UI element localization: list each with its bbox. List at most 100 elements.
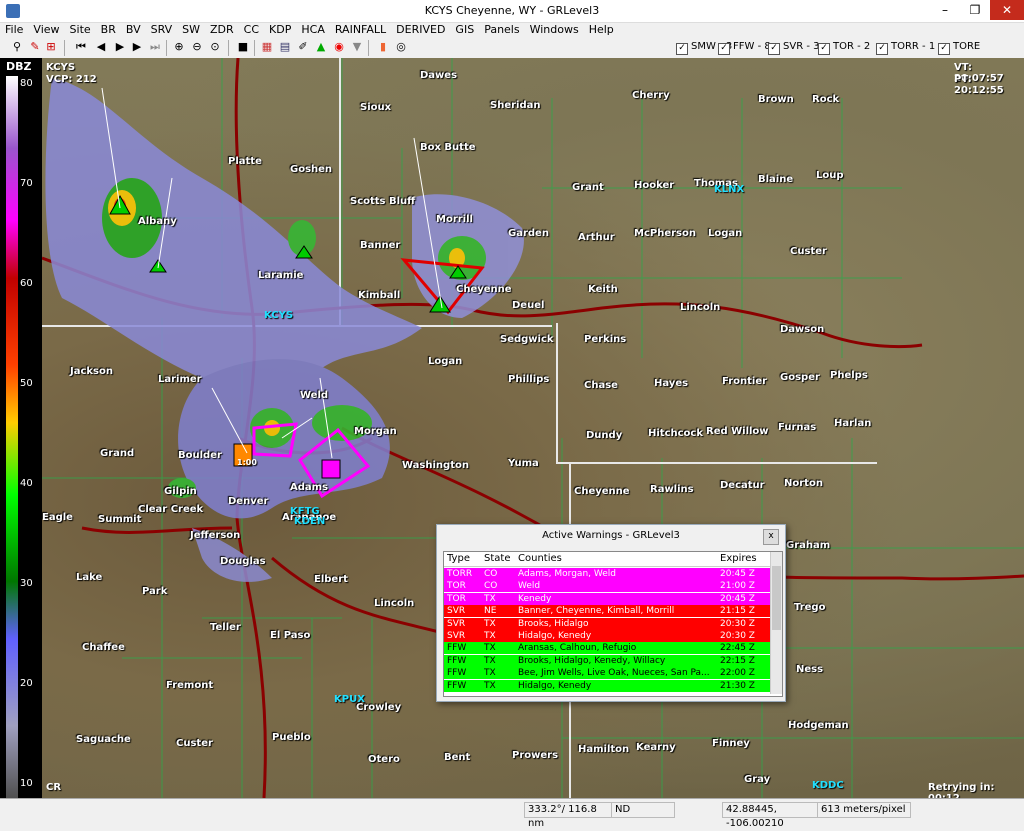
- radar-station-label[interactable]: KCYS: [264, 310, 293, 321]
- map-icon[interactable]: ▦: [260, 40, 274, 54]
- county-label: Logan: [708, 228, 743, 239]
- warning-expires: 22:45 Z: [720, 643, 755, 654]
- county-label: Custer: [790, 246, 827, 257]
- warnings-table: Type State Counties Expires TORR CO Adams,…: [443, 551, 783, 697]
- county-label: Hitchcock: [648, 428, 703, 439]
- warning-type: SVR: [447, 618, 466, 629]
- grid-icon[interactable]: ▤: [278, 40, 292, 54]
- zoom-out-icon[interactable]: ⊖: [190, 40, 204, 54]
- first-frame-icon[interactable]: ⏮: [74, 40, 88, 54]
- column-header-type[interactable]: Type: [447, 552, 470, 565]
- target-icon[interactable]: ◎: [394, 40, 408, 54]
- county-label: Deuel: [512, 300, 545, 311]
- menu-item-bv[interactable]: BV: [121, 22, 146, 38]
- play-icon[interactable]: ▶: [113, 40, 127, 54]
- stop-icon[interactable]: ■: [236, 40, 250, 54]
- scroll-thumb[interactable]: [772, 566, 781, 630]
- legend-tick: 30: [20, 578, 33, 589]
- radar-station-label[interactable]: KDEN: [294, 516, 325, 527]
- radar-station-label[interactable]: KDDC: [812, 780, 844, 791]
- column-header-state[interactable]: State: [484, 552, 510, 565]
- warning-filter-5[interactable]: ✓ TORE: [938, 40, 980, 55]
- radar-station-label[interactable]: KLNX: [714, 184, 744, 195]
- warning-type: FFW: [447, 680, 467, 691]
- menu-item-file[interactable]: File: [0, 22, 28, 38]
- table-row[interactable]: FFW TX Bee, Jim Wells, Live Oak, Nueces, S…: [444, 667, 770, 680]
- checkbox-icon[interactable]: ✓: [876, 43, 888, 55]
- layers-icon[interactable]: ⊞: [44, 40, 58, 54]
- table-row[interactable]: FFW TX Aransas, Calhoun, Refugio 22:45 Z: [444, 642, 770, 655]
- table-scrollbar[interactable]: [770, 552, 782, 694]
- triangle-icon[interactable]: ▲: [314, 40, 328, 54]
- table-row[interactable]: SVR TX Hidalgo, Kenedy 20:30 Z: [444, 630, 770, 642]
- close-button[interactable]: ✕: [990, 0, 1024, 20]
- menu-item-site[interactable]: Site: [65, 22, 96, 38]
- dialog-close-button[interactable]: x: [763, 529, 779, 545]
- county-label: Dundy: [586, 430, 623, 441]
- warning-expires: 21:30 Z: [720, 680, 755, 691]
- menu-item-kdp[interactable]: KDP: [264, 22, 296, 38]
- menu-item-rainfall[interactable]: RAINFALL: [330, 22, 391, 38]
- warning-filter-4[interactable]: ✓ TORR - 1: [876, 40, 935, 55]
- zoom-icon[interactable]: ⚲: [10, 40, 24, 54]
- edit-icon[interactable]: ✎: [28, 40, 42, 54]
- rect-icon[interactable]: ▮: [376, 40, 390, 54]
- checkbox-icon[interactable]: ✓: [718, 43, 730, 55]
- checkbox-icon[interactable]: ✓: [676, 43, 688, 55]
- menu-item-hca[interactable]: HCA: [296, 22, 329, 38]
- dbz-color-scale: [6, 76, 18, 798]
- zoom-in-icon[interactable]: ⊕: [172, 40, 186, 54]
- checkbox-icon[interactable]: ✓: [768, 43, 780, 55]
- warning-filter-label: TORE: [953, 41, 981, 52]
- warning-counties: Hidalgo, Kenedy: [518, 631, 592, 641]
- menu-item-windows[interactable]: Windows: [525, 22, 584, 38]
- menu-item-br[interactable]: BR: [96, 22, 121, 38]
- menu-item-cc[interactable]: CC: [239, 22, 264, 38]
- checkbox-icon[interactable]: ✓: [938, 43, 950, 55]
- column-header-counties[interactable]: Counties: [518, 552, 562, 565]
- county-label: Lake: [76, 572, 103, 583]
- warning-filter-1[interactable]: ✓ FFW - 8: [718, 40, 771, 55]
- funnel-icon[interactable]: ▼: [350, 40, 364, 54]
- table-row[interactable]: TOR CO Weld 21:00 Z: [444, 580, 770, 593]
- table-row[interactable]: TORR CO Adams, Morgan, Weld 20:45 Z: [444, 568, 770, 580]
- radar-station-label[interactable]: KPUX: [334, 694, 365, 705]
- table-row[interactable]: FFW TX Brooks, Hidalgo, Kenedy, Willacy 22:…: [444, 654, 770, 667]
- checkbox-icon[interactable]: ✓: [818, 43, 830, 55]
- county-label: Clear Creek: [138, 504, 204, 515]
- circle-icon[interactable]: ◉: [332, 40, 346, 54]
- prev-frame-icon[interactable]: ◀: [94, 40, 108, 54]
- county-label: Hooker: [634, 180, 675, 191]
- minimize-button[interactable]: –: [930, 0, 960, 20]
- county-label: Douglas: [220, 556, 266, 567]
- county-label: Kearny: [636, 742, 676, 753]
- table-row[interactable]: TOR TX Kenedy 20:45 Z: [444, 592, 770, 605]
- warning-counties: Aransas, Calhoun, Refugio: [518, 643, 637, 654]
- menu-item-gis[interactable]: GIS: [450, 22, 479, 38]
- menu-item-derived[interactable]: DERIVED: [391, 22, 450, 38]
- next-frame-icon[interactable]: ▶: [130, 40, 144, 54]
- menu-item-zdr[interactable]: ZDR: [205, 22, 239, 38]
- menu-item-panels[interactable]: Panels: [479, 22, 524, 38]
- table-row[interactable]: FFW TX Hidalgo, Kenedy 21:30 Z: [444, 679, 770, 692]
- table-row[interactable]: SVR NE Banner, Cheyenne, Kimball, Morrill 2…: [444, 605, 770, 618]
- menu-item-sw[interactable]: SW: [177, 22, 205, 38]
- zoom-reset-icon[interactable]: ⊙: [208, 40, 222, 54]
- menu-item-view[interactable]: View: [28, 22, 64, 38]
- county-label: Bent: [444, 752, 471, 763]
- menu-item-help[interactable]: Help: [584, 22, 619, 38]
- county-label: Gosper: [780, 372, 820, 383]
- warning-filter-3[interactable]: ✓ TOR - 2: [818, 40, 870, 55]
- county-label: Dawes: [420, 70, 458, 81]
- table-row[interactable]: SVR TX Brooks, Hidalgo 20:30 Z: [444, 617, 770, 630]
- county-label: Morgan: [354, 426, 397, 437]
- maximize-button[interactable]: ❐: [960, 0, 990, 20]
- warning-counties: Hidalgo, Kenedy: [518, 680, 592, 691]
- last-frame-icon[interactable]: ⏭: [148, 40, 162, 54]
- pin-icon[interactable]: ✐: [296, 40, 310, 54]
- map-scale: 613 meters/pixel: [817, 802, 911, 818]
- column-header-expires[interactable]: Expires: [720, 552, 757, 565]
- menu-item-srv[interactable]: SRV: [146, 22, 178, 38]
- warning-filter-2[interactable]: ✓ SVR - 3: [768, 40, 819, 55]
- legend-tick: 80: [20, 78, 33, 89]
